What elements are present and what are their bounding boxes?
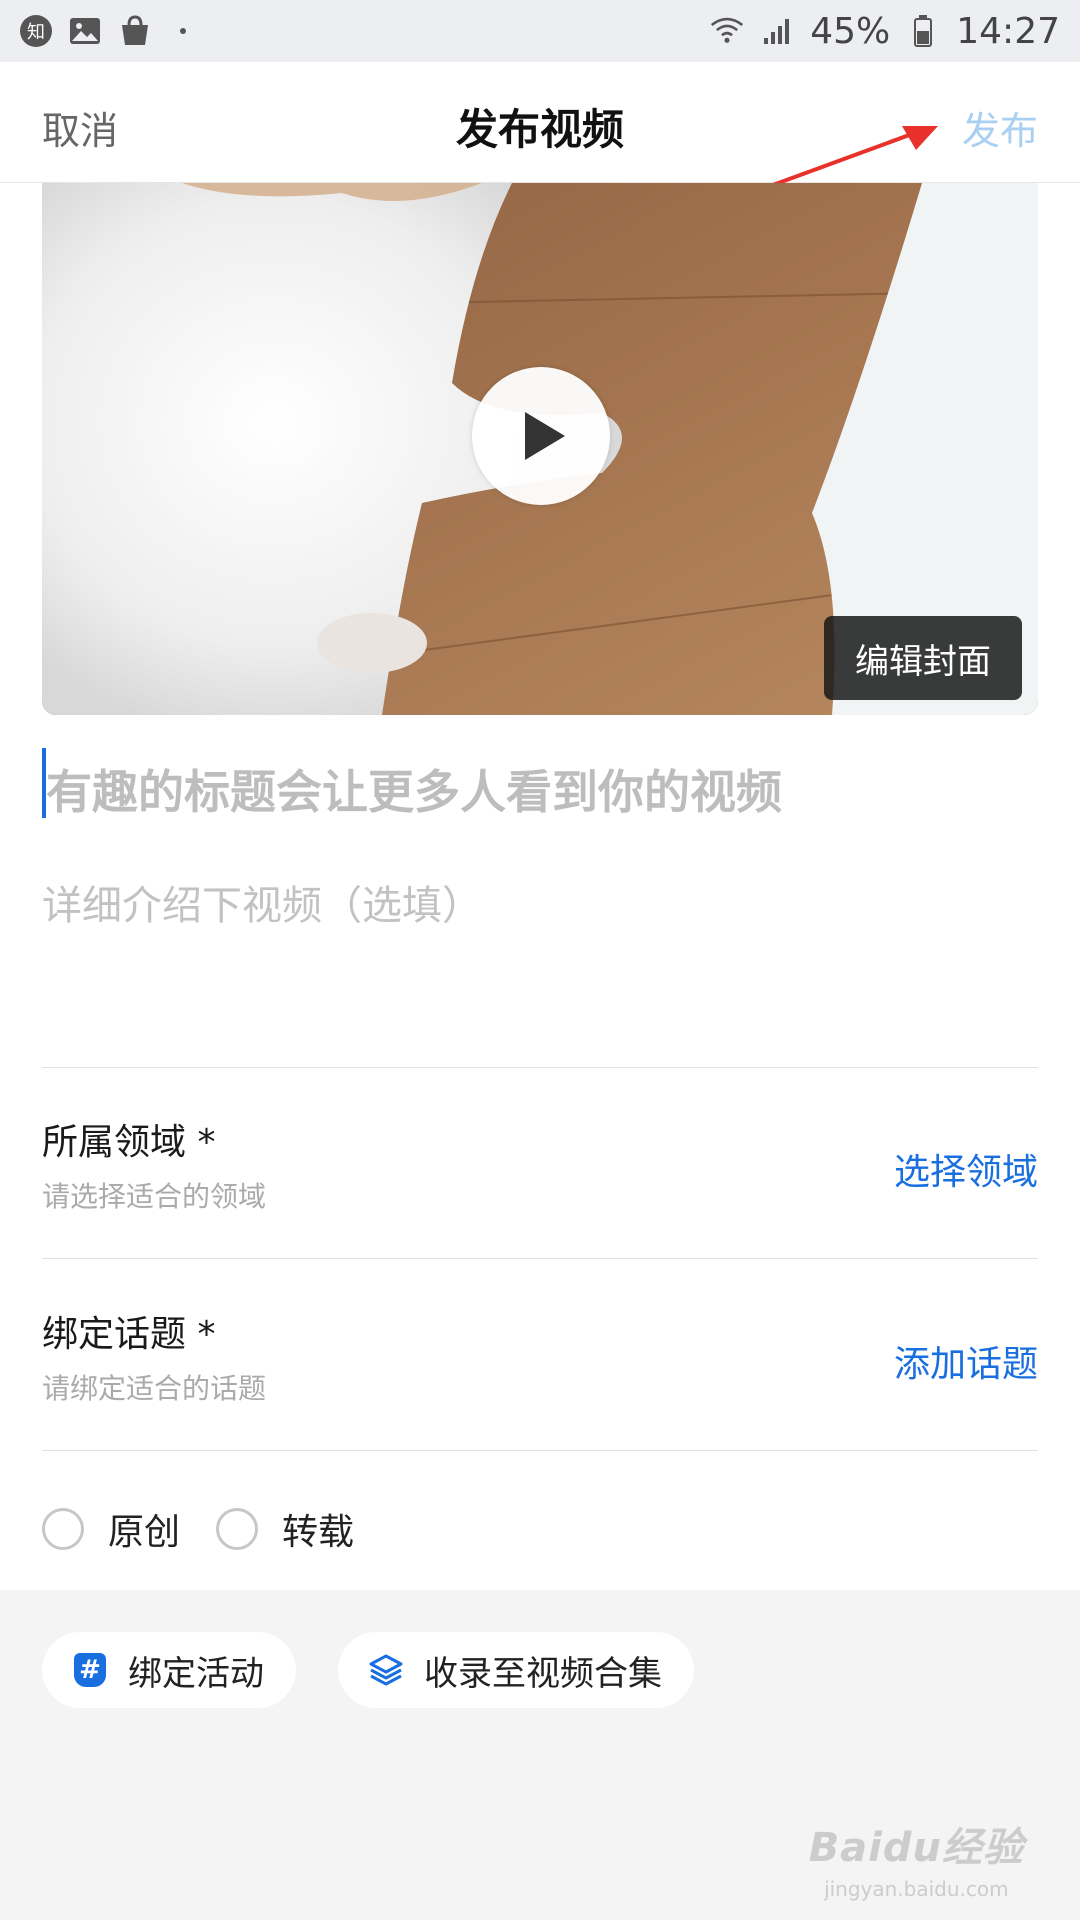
battery-percent: 45% <box>810 10 891 52</box>
extras-bar: # 绑定活动 收录至视频合集 <box>42 1632 694 1708</box>
radio-label: 转载 <box>282 1512 355 1553</box>
battery-icon <box>906 14 940 48</box>
status-bar: 知 45% 14:27 <box>0 0 1080 62</box>
domain-hint: 请选择适合的领域 <box>42 1180 267 1213</box>
radio-repost[interactable]: 转载 <box>216 1503 354 1555</box>
divider <box>42 1258 1038 1259</box>
publish-button[interactable]: 发布 <box>962 100 1038 155</box>
select-domain-button[interactable]: 选择领域 <box>894 1143 1038 1195</box>
status-left: 知 <box>20 14 186 48</box>
wifi-icon <box>710 14 744 48</box>
divider <box>42 1450 1038 1451</box>
radio-circle-icon[interactable] <box>42 1508 84 1550</box>
bind-activity-label: 绑定活动 <box>128 1653 264 1694</box>
radio-label: 原创 <box>108 1512 181 1553</box>
play-button[interactable] <box>472 367 610 505</box>
topic-label: 绑定话题 * <box>42 1314 216 1355</box>
play-icon <box>525 412 565 460</box>
gallery-icon <box>68 14 102 48</box>
radio-original[interactable]: 原创 <box>42 1503 180 1555</box>
watermark-logo: Baidu经验 <box>808 1825 1024 1871</box>
bind-activity-button[interactable]: # 绑定活动 <box>42 1632 296 1708</box>
shopping-bag-icon <box>118 14 152 48</box>
title-placeholder: 有趣的标题会让更多人看到你的视频 <box>46 765 782 819</box>
layers-icon <box>368 1652 404 1688</box>
page-title: 发布视频 <box>455 105 624 154</box>
source-radio-group: 原创 转载 <box>42 1503 390 1555</box>
watermark: Baidu经验 jingyan.baidu.com <box>809 1815 1024 1901</box>
add-to-collection-label: 收录至视频合集 <box>424 1653 662 1694</box>
title-input[interactable]: 有趣的标题会让更多人看到你的视频 <box>42 748 1038 819</box>
add-topic-button[interactable]: 添加话题 <box>894 1335 1038 1387</box>
divider <box>42 1067 1038 1068</box>
status-right: 45% 14:27 <box>710 11 1060 52</box>
domain-label: 所属领域 * <box>42 1122 216 1163</box>
top-bar: 取消 发布视频 发布 <box>0 62 1080 183</box>
publish-form: 编辑封面 有趣的标题会让更多人看到你的视频 详细介绍下视频（选填） 所属领域 *… <box>0 183 1080 1590</box>
signal-icon <box>760 14 794 48</box>
notification-dot-icon <box>180 28 186 34</box>
hashtag-icon: # <box>72 1652 108 1688</box>
description-input[interactable]: 详细介绍下视频（选填） <box>42 873 482 931</box>
watermark-url: jingyan.baidu.com <box>824 1877 1009 1901</box>
radio-circle-icon[interactable] <box>216 1508 259 1550</box>
zhihu-icon: 知 <box>20 15 52 47</box>
add-to-collection-button[interactable]: 收录至视频合集 <box>338 1632 694 1708</box>
clock: 14:27 <box>956 10 1060 52</box>
edit-cover-button[interactable]: 编辑封面 <box>824 616 1022 700</box>
video-preview[interactable]: 编辑封面 <box>42 183 1038 715</box>
topic-hint: 请绑定适合的话题 <box>42 1372 267 1405</box>
